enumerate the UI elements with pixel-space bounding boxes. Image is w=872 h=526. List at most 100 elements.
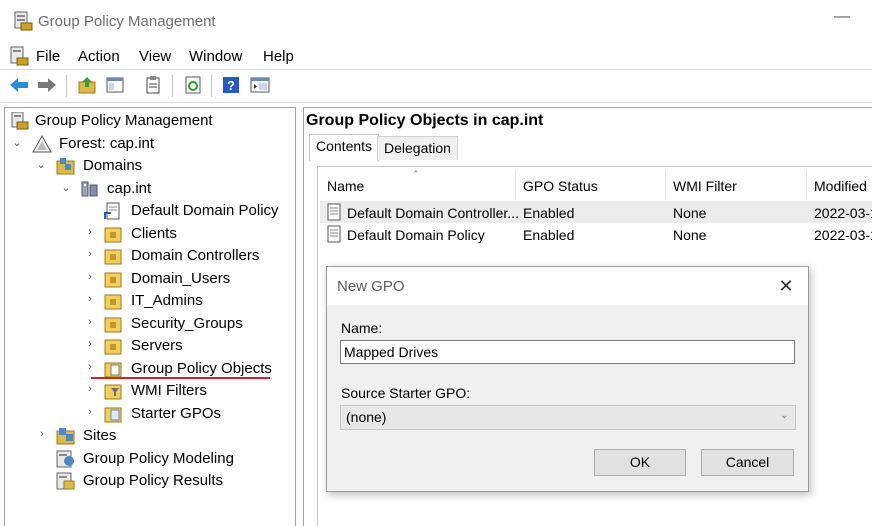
- tree-item-security-groups[interactable]: › Security_Groups: [8, 313, 288, 335]
- forest-icon: [32, 134, 52, 153]
- cell-name: Default Domain Policy: [347, 227, 485, 243]
- tree-item-sites[interactable]: › Sites: [8, 425, 288, 447]
- tree-item-wmi-filters[interactable]: › WMI Filters: [8, 380, 288, 402]
- tree-item-results[interactable]: Group Policy Results: [8, 470, 288, 492]
- chevron-right-icon[interactable]: ›: [85, 316, 95, 328]
- menu-help[interactable]: Help: [263, 48, 294, 65]
- gpo-icon: [325, 203, 343, 221]
- toolbar-separator: [211, 75, 212, 97]
- gpo-link-icon: [104, 202, 122, 220]
- menu-app-icon[interactable]: [9, 46, 29, 66]
- chevron-right-icon[interactable]: ›: [85, 226, 95, 238]
- chevron-right-icon[interactable]: ›: [37, 428, 47, 440]
- refresh-icon[interactable]: [184, 76, 202, 94]
- tree-label: WMI Filters: [131, 382, 207, 399]
- chevron-right-icon[interactable]: ›: [85, 383, 95, 395]
- gpo-name-input[interactable]: [340, 340, 795, 364]
- menu-view[interactable]: View: [139, 48, 171, 65]
- chevron-right-icon[interactable]: ›: [85, 361, 95, 373]
- back-arrow-icon[interactable]: [9, 76, 28, 94]
- domains-folder-icon: [56, 157, 75, 175]
- gpmc-app-icon: [13, 11, 33, 31]
- menu-bar: [0, 42, 872, 68]
- highlight-underline: [91, 377, 270, 379]
- chevron-right-icon[interactable]: ›: [85, 271, 95, 283]
- column-separator[interactable]: [665, 170, 666, 200]
- ou-folder-icon: [104, 225, 122, 243]
- cell-name: Default Domain Controller...: [347, 205, 519, 221]
- tree-label: Domain Controllers: [131, 247, 260, 264]
- column-header-modified[interactable]: Modified: [814, 178, 867, 194]
- tree-label: cap.int: [107, 180, 152, 197]
- forward-arrow-icon[interactable]: [37, 76, 56, 94]
- chevron-right-icon[interactable]: ›: [85, 293, 95, 305]
- ok-button[interactable]: OK: [594, 449, 686, 476]
- tree-item-it-admins[interactable]: › IT_Admins: [8, 290, 288, 312]
- chevron-down-icon[interactable]: ⌄: [12, 136, 22, 149]
- tree-item-forest[interactable]: ⌄ Forest: cap.int: [8, 133, 288, 155]
- tree-label: Domains: [83, 157, 143, 174]
- tree-label: Starter GPOs: [131, 405, 222, 422]
- dialog-title: New GPO: [337, 278, 405, 295]
- cell-modified: 2022-03-1: [814, 205, 872, 221]
- window-title: Group Policy Management: [38, 13, 216, 30]
- gpmc-root-icon: [10, 111, 29, 130]
- tree-item-servers[interactable]: › Servers: [8, 335, 288, 357]
- tree-item-domains[interactable]: ⌄ Domains: [8, 155, 288, 177]
- tree-item-modeling[interactable]: Group Policy Modeling: [8, 448, 288, 470]
- help-icon[interactable]: ?: [222, 76, 240, 94]
- close-icon[interactable]: ✕: [776, 276, 796, 297]
- tab-delegation[interactable]: Delegation: [377, 136, 458, 160]
- tree-label: Forest: cap.int: [59, 135, 155, 152]
- chevron-right-icon[interactable]: ›: [85, 338, 95, 350]
- toolbar-separator: [172, 75, 173, 97]
- column-header-wmi[interactable]: WMI Filter: [673, 178, 737, 194]
- tab-contents[interactable]: Contents: [309, 134, 380, 161]
- starter-gpo-select[interactable]: (none): [340, 405, 796, 430]
- menu-action[interactable]: Action: [78, 48, 120, 65]
- name-label: Name:: [341, 320, 383, 336]
- chevron-right-icon[interactable]: ›: [85, 248, 95, 260]
- ou-folder-icon: [104, 292, 122, 310]
- properties-icon[interactable]: [144, 76, 162, 94]
- tree-item-starter-gpos[interactable]: › Starter GPOs: [8, 403, 288, 425]
- gpo-container-icon: [104, 360, 122, 378]
- column-separator[interactable]: [515, 170, 516, 200]
- cell-wmi: None: [673, 227, 707, 243]
- tree-item-default-domain-policy[interactable]: Default Domain Policy: [8, 200, 288, 222]
- menu-file[interactable]: File: [36, 48, 60, 65]
- tree-item-domain-users[interactable]: › Domain_Users: [8, 268, 288, 290]
- column-header-status[interactable]: GPO Status: [523, 178, 598, 194]
- modeling-icon: [56, 450, 74, 468]
- menu-window[interactable]: Window: [189, 48, 242, 65]
- tree-label: Security_Groups: [131, 315, 243, 332]
- up-folder-icon[interactable]: [78, 76, 96, 94]
- column-header-name[interactable]: Name: [327, 178, 364, 194]
- tree-item-clients[interactable]: › Clients: [8, 223, 288, 245]
- sites-icon: [56, 427, 75, 445]
- sort-up-icon: ⌃: [412, 169, 420, 179]
- tree-item-domain-controllers[interactable]: › Domain Controllers: [8, 245, 288, 267]
- tree-label: Group Policy Modeling: [83, 450, 234, 467]
- tree-label: Sites: [83, 427, 117, 444]
- chevron-down-icon[interactable]: ⌄: [61, 181, 71, 194]
- ou-folder-icon: [104, 247, 122, 265]
- tree-item-domain[interactable]: ⌄ cap.int: [8, 178, 288, 200]
- tree-label: Group Policy Management: [35, 112, 213, 129]
- column-separator[interactable]: [806, 170, 807, 200]
- chevron-down-icon[interactable]: ⌄: [36, 158, 46, 171]
- cell-wmi: None: [673, 205, 707, 221]
- toolbar-separator: [66, 75, 67, 97]
- ou-folder-icon: [104, 315, 122, 333]
- tree-label: Group Policy Results: [83, 472, 224, 489]
- chevron-right-icon[interactable]: ›: [85, 406, 95, 418]
- details-title: Group Policy Objects in cap.int: [306, 112, 544, 129]
- console-icon[interactable]: [250, 76, 270, 94]
- cancel-button[interactable]: Cancel: [701, 449, 794, 476]
- tree-item-root[interactable]: Group Policy Management: [8, 110, 288, 132]
- minimize-button[interactable]: —: [832, 8, 852, 32]
- starter-gpo-icon: [104, 405, 122, 423]
- chevron-down-icon[interactable]: ⌄: [780, 410, 788, 421]
- show-hide-tree-icon[interactable]: [106, 76, 124, 94]
- toolbar: [0, 69, 872, 103]
